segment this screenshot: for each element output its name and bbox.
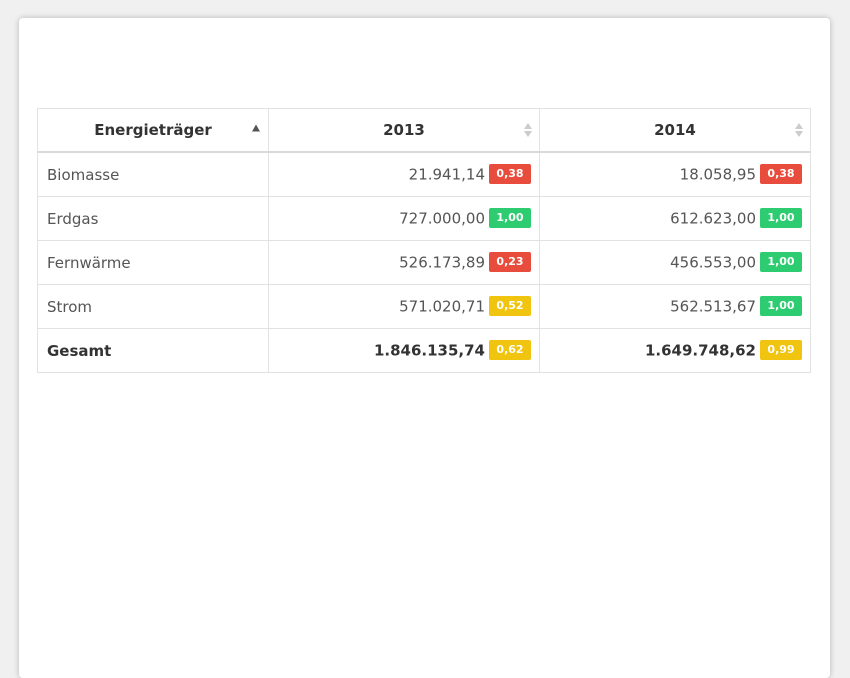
ratio-badge: 0,52 (489, 295, 531, 316)
column-header-label: 2014 (654, 121, 696, 139)
ratio-badge: 1,00 (760, 295, 802, 316)
table-panel: Energieträger 2013 2014 Biomasse 21.941,… (19, 18, 830, 678)
value-cell-2013: 21.941,14 0,38 (268, 151, 540, 197)
total-row: Gesamt 1.846.135,74 0,62 1.649.748,62 0,99 (37, 328, 811, 373)
column-header-2014[interactable]: 2014 (539, 108, 811, 153)
ratio-badge: 0,38 (760, 163, 802, 184)
value-cell-2013: 571.020,71 0,52 (268, 284, 540, 329)
value-cell-2013: 526.173,89 0,23 (268, 240, 540, 285)
column-header-label: Energieträger (94, 121, 212, 139)
ratio-badge: 0,62 (489, 339, 531, 360)
value-cell-2013: 727.000,00 1,00 (268, 196, 540, 241)
value-cell-2014: 18.058,95 0,38 (539, 151, 811, 197)
table-header-row: Energieträger 2013 2014 (37, 108, 811, 153)
value: 571.020,71 (399, 297, 485, 315)
total-value: 1.649.748,62 (644, 341, 756, 359)
column-header-label: 2013 (383, 121, 425, 139)
column-header-2013[interactable]: 2013 (268, 108, 540, 153)
value: 18.058,95 (679, 165, 756, 183)
ratio-badge: 0,38 (489, 163, 531, 184)
ratio-badge: 1,00 (760, 251, 802, 272)
ratio-badge: 0,99 (760, 339, 802, 360)
value: 612.623,00 (670, 209, 756, 227)
ratio-badge: 0,23 (489, 251, 531, 272)
value: 727.000,00 (399, 209, 485, 227)
row-label: Erdgas (37, 196, 269, 241)
table-row: Fernwärme 526.173,89 0,23 456.553,00 1,00 (37, 240, 811, 285)
row-label: Strom (37, 284, 269, 329)
value-cell-2014: 456.553,00 1,00 (539, 240, 811, 285)
ratio-badge: 1,00 (489, 207, 531, 228)
row-label: Fernwärme (37, 240, 269, 285)
total-label: Gesamt (37, 328, 269, 373)
value: 526.173,89 (399, 253, 485, 271)
table-row: Biomasse 21.941,14 0,38 18.058,95 0,38 (37, 151, 811, 197)
column-header-energietraeger[interactable]: Energieträger (37, 108, 269, 153)
sort-both-icon[interactable] (524, 123, 532, 137)
total-cell-2014: 1.649.748,62 0,99 (539, 328, 811, 373)
value: 562.513,67 (670, 297, 756, 315)
sort-both-icon[interactable] (795, 123, 803, 137)
total-value: 1.846.135,74 (373, 341, 485, 359)
value: 456.553,00 (670, 253, 756, 271)
sort-ascending-icon[interactable] (252, 121, 260, 135)
total-cell-2013: 1.846.135,74 0,62 (268, 328, 540, 373)
table-row: Strom 571.020,71 0,52 562.513,67 1,00 (37, 284, 811, 329)
value: 21.941,14 (408, 165, 485, 183)
row-label: Biomasse (37, 151, 269, 197)
value-cell-2014: 562.513,67 1,00 (539, 284, 811, 329)
energy-table: Energieträger 2013 2014 Biomasse 21.941,… (37, 108, 811, 373)
table-row: Erdgas 727.000,00 1,00 612.623,00 1,00 (37, 196, 811, 241)
value-cell-2014: 612.623,00 1,00 (539, 196, 811, 241)
ratio-badge: 1,00 (760, 207, 802, 228)
